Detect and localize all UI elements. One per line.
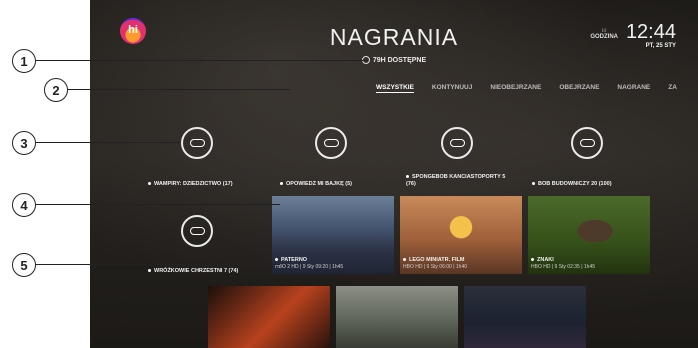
filter-tabs: WSZYSTKIE KONTYNUUJ NIEOBEJRZANE OBEJRZA… xyxy=(376,84,677,93)
recording-label: ZNAKI HBO HD | 9 Sty 02:35 | 1h45 xyxy=(531,257,596,270)
folder-label: OPOWIEDZ MI BAJKĘ (5) xyxy=(280,181,352,187)
recording-thumbnail[interactable] xyxy=(464,286,586,348)
recording-meta: HBO HD | 9 Sty 06:00 | 1h40 xyxy=(403,264,468,270)
clock-date: PT, 25 STY xyxy=(645,43,676,49)
tab-unwatched[interactable]: NIEOBEJRZANE xyxy=(490,84,541,93)
recording-icon xyxy=(441,127,473,159)
recording-meta: HBO HD | 9 Sty 02:35 | 1h45 xyxy=(531,264,596,270)
callout-2-leader xyxy=(67,89,290,90)
clock-time: 12:44 xyxy=(625,21,676,43)
recording-icon xyxy=(181,127,213,159)
folder-tile[interactable] xyxy=(530,114,644,172)
callout-1: 1 xyxy=(12,49,36,73)
tab-scheduled[interactable]: ZA xyxy=(668,84,677,93)
callout-2: 2 xyxy=(44,78,68,102)
recording-thumbnail[interactable] xyxy=(336,286,458,348)
recording-meta: HBO 2 HD | 9 Sty 09:20 | 1h45 xyxy=(275,264,344,270)
folder-label: WRÓŻKOWIE CHRZESTNI 7 (74) xyxy=(148,268,238,274)
recording-icon xyxy=(315,127,347,159)
callout-3: 3 xyxy=(12,131,36,155)
folder-tile[interactable] xyxy=(400,114,514,172)
callout-5-leader xyxy=(35,264,280,265)
recording-thumbnail[interactable] xyxy=(208,286,330,348)
folder-label: SPONGEBOB KANCIASTOPORTY 5 (76) xyxy=(406,174,506,187)
callout-4: 4 xyxy=(12,193,36,217)
folder-label: WAMPIRY: DZIEDZICTWO (17) xyxy=(148,181,233,187)
recording-icon xyxy=(571,127,603,159)
callout-3-leader xyxy=(35,142,180,143)
tab-continue[interactable]: KONTYNUUJ xyxy=(432,84,472,93)
folder-tile[interactable] xyxy=(140,202,254,260)
recording-label: LEGO MINIATR. FILM HBO HD | 9 Sty 06:00 … xyxy=(403,257,468,270)
recording-label: PATERNO HBO 2 HD | 9 Sty 09:20 | 1h45 xyxy=(275,257,344,270)
clock: 12:44 PT, 25 STY xyxy=(626,22,676,49)
callout-4-leader xyxy=(35,204,280,205)
callout-1-leader xyxy=(35,60,368,61)
tab-watched[interactable]: OBEJRZANE xyxy=(559,84,599,93)
tv-screen: hi NAGRANIA 79H DOSTĘPNE ⁝⁝⁝ GODZINA 12:4… xyxy=(90,0,698,348)
folder-tile[interactable] xyxy=(140,114,254,172)
callout-5: 5 xyxy=(12,253,36,277)
tab-all[interactable]: WSZYSTKIE xyxy=(376,84,414,93)
folder-tile[interactable] xyxy=(274,114,388,172)
recording-icon xyxy=(181,215,213,247)
tab-recorded[interactable]: NAGRANE xyxy=(617,84,650,93)
folder-label: BOB BUDOWNICZY 20 (100) xyxy=(532,181,612,187)
hour-indicator: ⁝⁝⁝ GODZINA xyxy=(590,28,618,40)
